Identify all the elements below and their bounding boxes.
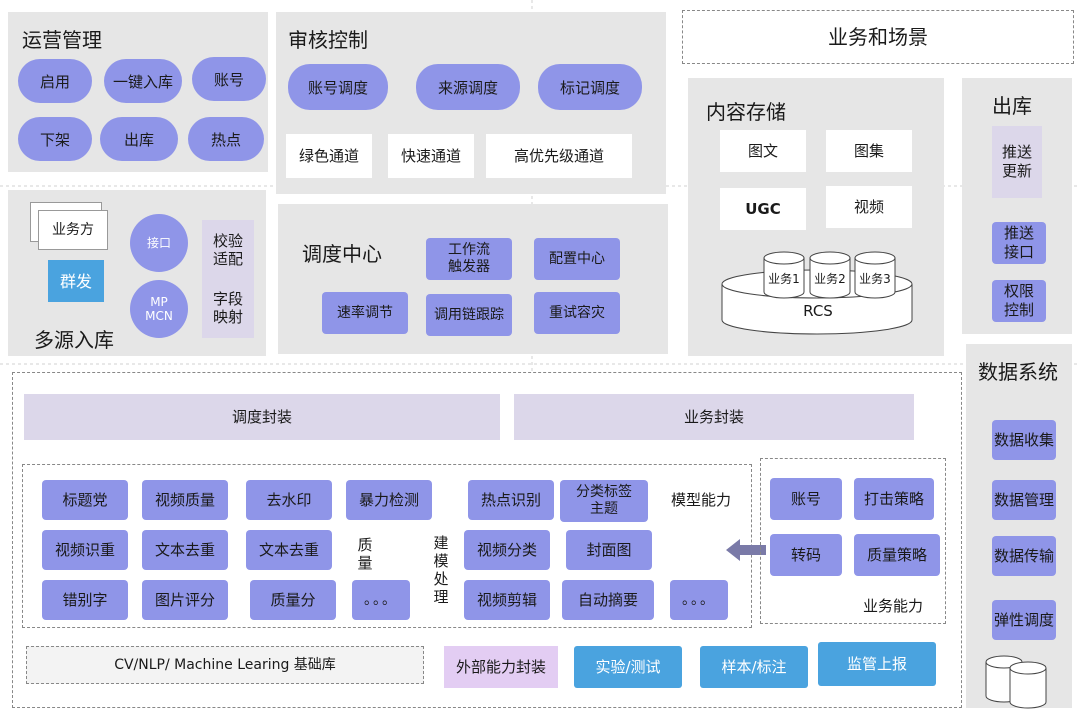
outbound-title: 出库: [992, 94, 1032, 118]
review-tag-dispatch-button[interactable]: 标记调度: [538, 64, 642, 110]
rate-adjust-button[interactable]: 速率调节: [322, 292, 408, 334]
dispatch-wrap-bar: 调度封装: [24, 394, 500, 440]
ops-title: 运营管理: [22, 28, 102, 52]
workflow-trigger-button[interactable]: 工作流 触发器: [426, 238, 512, 280]
retry-disaster-button[interactable]: 重试容灾: [534, 292, 620, 334]
validation-adapt-label: 校验 适配: [212, 232, 243, 268]
image-score-button[interactable]: 图片评分: [142, 580, 228, 620]
cover-image-button[interactable]: 封面图: [566, 530, 652, 570]
storage-panel: 内容存储 图文 图集 UGC 视频 业务1 业务2 业务3 RCS: [688, 78, 944, 356]
priority-channel-box: 高优先级通道: [486, 134, 632, 178]
green-channel-box: 绿色通道: [286, 134, 372, 178]
modeling-label: 建 模 处 理: [433, 534, 449, 606]
mp-mcn-circle[interactable]: MP MCN: [130, 280, 188, 338]
model-capability-label: 模型能力: [670, 490, 731, 509]
business-scene-title: 业务和场景: [828, 24, 928, 49]
ops-one-click-import-button[interactable]: 一键入库: [104, 59, 182, 103]
api-circle[interactable]: 接口: [130, 214, 188, 272]
db-business-1-label: 业务1: [768, 271, 800, 286]
business-wrap-bar: 业务封装: [514, 394, 914, 440]
db-business-2-label: 业务2: [814, 271, 846, 286]
transcode-button[interactable]: 转码: [770, 534, 842, 576]
text-dedup-button-1[interactable]: 文本去重: [142, 530, 228, 570]
dispatch-center-panel: 调度中心 工作流 触发器 配置中心 速率调节 调用链跟踪 重试容灾: [278, 204, 668, 354]
quality-label: 质 量: [357, 536, 373, 572]
db-business-3-label: 业务3: [859, 271, 891, 286]
database-icon: [985, 655, 1047, 709]
permission-control-button[interactable]: 权限 控制: [992, 280, 1046, 322]
auto-summary-button[interactable]: 自动摘要: [562, 580, 654, 620]
dispatch-center-title: 调度中心: [302, 242, 382, 266]
ops-account-button[interactable]: 账号: [192, 57, 266, 101]
watermark-removal-button[interactable]: 去水印: [246, 480, 332, 520]
hotspot-detect-button[interactable]: 热点识别: [468, 480, 554, 520]
account-button[interactable]: 账号: [770, 478, 842, 520]
review-source-dispatch-button[interactable]: 来源调度: [416, 64, 520, 110]
outbound-panel: 出库 推送 更新 推送 接口 权限 控制: [962, 78, 1072, 334]
push-update-box: 推送 更新: [992, 126, 1042, 198]
config-center-button[interactable]: 配置中心: [534, 238, 620, 280]
group-send-button[interactable]: 群发: [48, 260, 104, 302]
monitor-report-button[interactable]: 监管上报: [818, 642, 936, 686]
review-account-dispatch-button[interactable]: 账号调度: [288, 64, 388, 110]
video-quality-button[interactable]: 视频质量: [142, 480, 228, 520]
rcs-label: RCS: [803, 301, 833, 320]
ops-enable-button[interactable]: 启用: [18, 59, 92, 103]
violence-detect-button[interactable]: 暴力检测: [346, 480, 432, 520]
video-classify-button[interactable]: 视频分类: [464, 530, 550, 570]
quality-more-button[interactable]: 。。。: [352, 580, 410, 620]
fast-channel-box: 快速通道: [388, 134, 474, 178]
video-dedup-button[interactable]: 视频识重: [42, 530, 128, 570]
ops-offline-button[interactable]: 下架: [18, 117, 92, 161]
business-scene-box: 业务和场景: [682, 10, 1074, 64]
business-capability-label: 业务能力: [862, 596, 923, 615]
quality-score-button[interactable]: 质量分: [250, 580, 336, 620]
category-tag-topic-button[interactable]: 分类标签 主题: [560, 480, 648, 522]
business-party-doc: 业务方: [38, 210, 108, 250]
field-mapping-label: 字段 映射: [212, 290, 243, 326]
call-chain-trace-button[interactable]: 调用链跟踪: [426, 294, 512, 336]
review-panel: 审核控制 账号调度 来源调度 标记调度 绿色通道 快速通道 高优先级通道: [276, 12, 666, 194]
video-edit-button[interactable]: 视频剪辑: [464, 580, 550, 620]
quality-strategy-button[interactable]: 质量策略: [854, 534, 940, 576]
ops-hotspot-button[interactable]: 热点: [188, 117, 264, 161]
clickbait-button[interactable]: 标题党: [42, 480, 128, 520]
ops-panel: 运营管理 启用 一键入库 账号 下架 出库 热点: [8, 12, 268, 172]
data-system-panel: 数据系统 数据收集 数据管理 数据传输 弹性调度: [966, 344, 1072, 709]
typo-button[interactable]: 错别字: [42, 580, 128, 620]
multi-source-import-title: 多源入库: [34, 328, 114, 352]
experiment-test-button[interactable]: 实验/测试: [574, 646, 682, 688]
review-title: 审核控制: [288, 28, 368, 52]
multi-source-import-panel: 业务方 群发 接口 MP MCN 校验 适配 字段 映射 多源入库: [8, 190, 266, 356]
strike-strategy-button[interactable]: 打击策略: [854, 478, 934, 520]
model-more-button[interactable]: 。。。: [670, 580, 728, 620]
base-library-box: CV/NLP/ Machine Learing 基础库: [26, 646, 424, 684]
ops-outbound-button[interactable]: 出库: [100, 117, 178, 161]
sample-label-button[interactable]: 样本/标注: [700, 646, 808, 688]
external-capability-box: 外部能力封装: [444, 646, 558, 688]
push-api-button[interactable]: 推送 接口: [992, 222, 1046, 264]
text-dedup-button-2[interactable]: 文本去重: [246, 530, 332, 570]
